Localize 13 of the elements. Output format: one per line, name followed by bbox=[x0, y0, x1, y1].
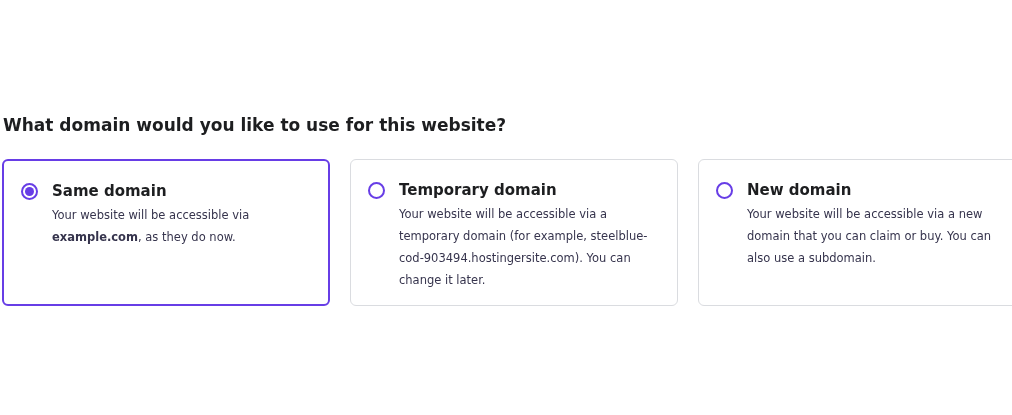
question-heading: What domain would you like to use for this website? bbox=[3, 114, 508, 137]
option-card[interactable]: New domain Your website will be accessible via a new domain that you can claim or buy. You can also use a subdomain. bbox=[698, 159, 1012, 306]
option-title: Temporary domain bbox=[399, 180, 558, 200]
radio-button[interactable] bbox=[21, 183, 38, 200]
radio-button[interactable] bbox=[716, 182, 733, 199]
option-card[interactable]: Same domain Your website will be accessible via example.com, as they do now. bbox=[2, 159, 330, 306]
option-description: Your website will be accessible via a temporary domain (for example, steelblue-cod-903494.hostingersite.com). You can change it later. bbox=[399, 206, 649, 289]
option-title: New domain bbox=[747, 180, 853, 200]
radio-button[interactable] bbox=[368, 182, 385, 199]
option-description: Your website will be accessible via example.com, as they do now. bbox=[52, 207, 251, 246]
option-card[interactable]: Temporary domain Your website will be accessible via a temporary domain (for example, steelblue-cod-903494.hostingersite.com). You can change it later. bbox=[350, 159, 678, 306]
option-description: Your website will be accessible via a new domain that you can claim or buy. You can also use a subdomain. bbox=[747, 206, 993, 267]
option-title: Same domain bbox=[52, 181, 168, 201]
